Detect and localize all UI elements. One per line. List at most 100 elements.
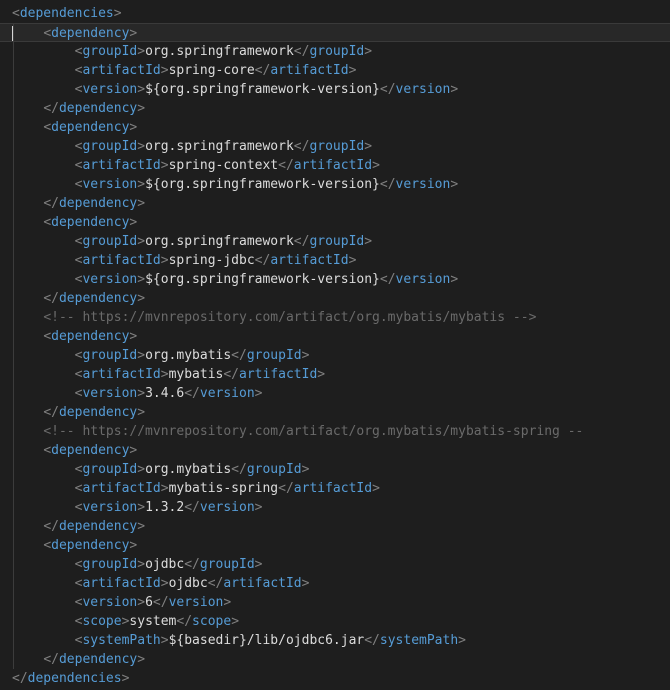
- bracket: >: [231, 614, 240, 629]
- tag-name: groupId: [82, 462, 138, 477]
- code-text: <scope>system</scope>: [12, 612, 239, 631]
- code-text: <artifactId>spring-core</artifactId>: [12, 61, 357, 80]
- tag-name: artifactId: [82, 367, 161, 382]
- code-line[interactable]: </dependency>: [0, 194, 670, 213]
- text: [12, 519, 43, 534]
- code-line[interactable]: <dependencies>: [0, 4, 670, 23]
- text: ${basedir}/lib/ojdbc6.jar: [168, 633, 365, 648]
- code-line[interactable]: <groupId>org.springframework</groupId>: [0, 137, 670, 156]
- code-line[interactable]: <dependency>: [0, 118, 670, 137]
- code-line[interactable]: <artifactId>spring-core</artifactId>: [0, 61, 670, 80]
- text: [12, 614, 75, 629]
- tag-name: version: [82, 500, 138, 515]
- bracket: >: [372, 158, 380, 173]
- code-line[interactable]: <systemPath>${basedir}/lib/ojdbc6.jar</s…: [0, 631, 670, 650]
- bracket: >: [129, 443, 138, 458]
- code-line[interactable]: <version>1.3.2</version>: [0, 498, 670, 517]
- text: 3.4.6: [145, 386, 185, 401]
- text: org.springframework: [145, 44, 294, 59]
- bracket: >: [160, 63, 169, 78]
- code-line[interactable]: <dependency>: [0, 213, 670, 232]
- code-text: <version>6</version>: [12, 593, 232, 612]
- code-line[interactable]: </dependency>: [0, 403, 670, 422]
- code-line[interactable]: <version>${org.springframework-version}<…: [0, 80, 670, 99]
- code-line[interactable]: </dependency>: [0, 517, 670, 536]
- tag-name: dependency: [58, 196, 138, 211]
- code-text: <dependencies>: [12, 4, 122, 23]
- code-line[interactable]: <dependency>: [0, 536, 670, 555]
- code-line[interactable]: </dependency>: [0, 99, 670, 118]
- bracket: </: [43, 405, 59, 420]
- bracket: >: [137, 196, 146, 211]
- tag-name: artifactId: [82, 158, 161, 173]
- text: spring-context: [168, 158, 279, 173]
- tag-name: groupId: [246, 462, 302, 477]
- bracket: >: [450, 177, 459, 192]
- tag-name: groupId: [309, 44, 365, 59]
- code-line[interactable]: <artifactId>mybatis-spring</artifactId>: [0, 479, 670, 498]
- tag-name: groupId: [82, 139, 138, 154]
- code-line[interactable]: </dependency>: [0, 289, 670, 308]
- bracket: >: [372, 481, 380, 496]
- code-text: </dependency>: [12, 99, 145, 118]
- code-text: <dependency>: [12, 213, 137, 232]
- tag-name: artifactId: [239, 367, 318, 382]
- code-line[interactable]: <version>6</version>: [0, 593, 670, 612]
- code-line[interactable]: <version>${org.springframework-version}<…: [0, 270, 670, 289]
- bracket: >: [364, 139, 373, 154]
- code-line[interactable]: </dependency>: [0, 650, 670, 669]
- code-line[interactable]: <!-- https://mvnrepository.com/artifact/…: [0, 422, 670, 441]
- bracket: >: [364, 234, 373, 249]
- code-text: <artifactId>mybatis</artifactId>: [12, 365, 326, 384]
- code-line[interactable]: <dependency>: [0, 23, 670, 43]
- code-line[interactable]: <artifactId>mybatis</artifactId>: [0, 365, 670, 384]
- bracket: >: [137, 234, 146, 249]
- text: [12, 44, 75, 59]
- bracket: >: [301, 462, 310, 477]
- bracket: >: [137, 652, 146, 667]
- tag-name: groupId: [309, 234, 365, 249]
- code-line[interactable]: <scope>system</scope>: [0, 612, 670, 631]
- code-line[interactable]: <version>3.4.6</version>: [0, 384, 670, 403]
- text: [12, 101, 43, 116]
- tag-name: dependency: [51, 215, 130, 230]
- code-line[interactable]: <groupId>org.mybatis</groupId>: [0, 346, 670, 365]
- code-line[interactable]: <!-- https://mvnrepository.com/artifact/…: [0, 308, 670, 327]
- bracket: <: [43, 26, 52, 41]
- code-line[interactable]: <artifactId>spring-jdbc</artifactId>: [0, 251, 670, 270]
- bracket: >: [348, 253, 357, 268]
- text: [12, 234, 75, 249]
- text: ${org.springframework-version}: [145, 177, 380, 192]
- tag-name: artifactId: [270, 63, 349, 78]
- tag-name: version: [395, 272, 451, 287]
- tag-name: version: [199, 386, 255, 401]
- code-line[interactable]: <groupId>org.springframework</groupId>: [0, 42, 670, 61]
- bracket: >: [137, 386, 146, 401]
- bracket: >: [348, 63, 357, 78]
- bracket: </: [184, 500, 200, 515]
- bracket: </: [43, 196, 59, 211]
- code-line[interactable]: <artifactId>ojdbc</artifactId>: [0, 574, 670, 593]
- tag-name: groupId: [82, 44, 138, 59]
- tag-name: version: [82, 386, 138, 401]
- code-line[interactable]: <groupId>org.springframework</groupId>: [0, 232, 670, 251]
- code-line[interactable]: </dependencies>: [0, 669, 670, 688]
- bracket: >: [137, 291, 146, 306]
- code-editor[interactable]: <dependencies> <dependency> <groupId>org…: [0, 0, 670, 690]
- bracket: >: [223, 595, 232, 610]
- bracket: </: [278, 481, 294, 496]
- code-line[interactable]: <groupId>org.mybatis</groupId>: [0, 460, 670, 479]
- code-line[interactable]: <artifactId>spring-context</artifactId>: [0, 156, 670, 175]
- text: org.mybatis: [145, 462, 232, 477]
- code-line[interactable]: <groupId>ojdbc</groupId>: [0, 555, 670, 574]
- code-line[interactable]: <dependency>: [0, 441, 670, 460]
- code-line[interactable]: <version>${org.springframework-version}<…: [0, 175, 670, 194]
- tag-name: groupId: [246, 348, 302, 363]
- bracket: </: [43, 101, 59, 116]
- code-text: </dependency>: [12, 289, 145, 308]
- bracket: </: [293, 139, 310, 154]
- text: org.springframework: [145, 234, 294, 249]
- code-line[interactable]: <dependency>: [0, 327, 670, 346]
- text: mybatis: [168, 367, 224, 382]
- code-text: <groupId>org.mybatis</groupId>: [12, 460, 310, 479]
